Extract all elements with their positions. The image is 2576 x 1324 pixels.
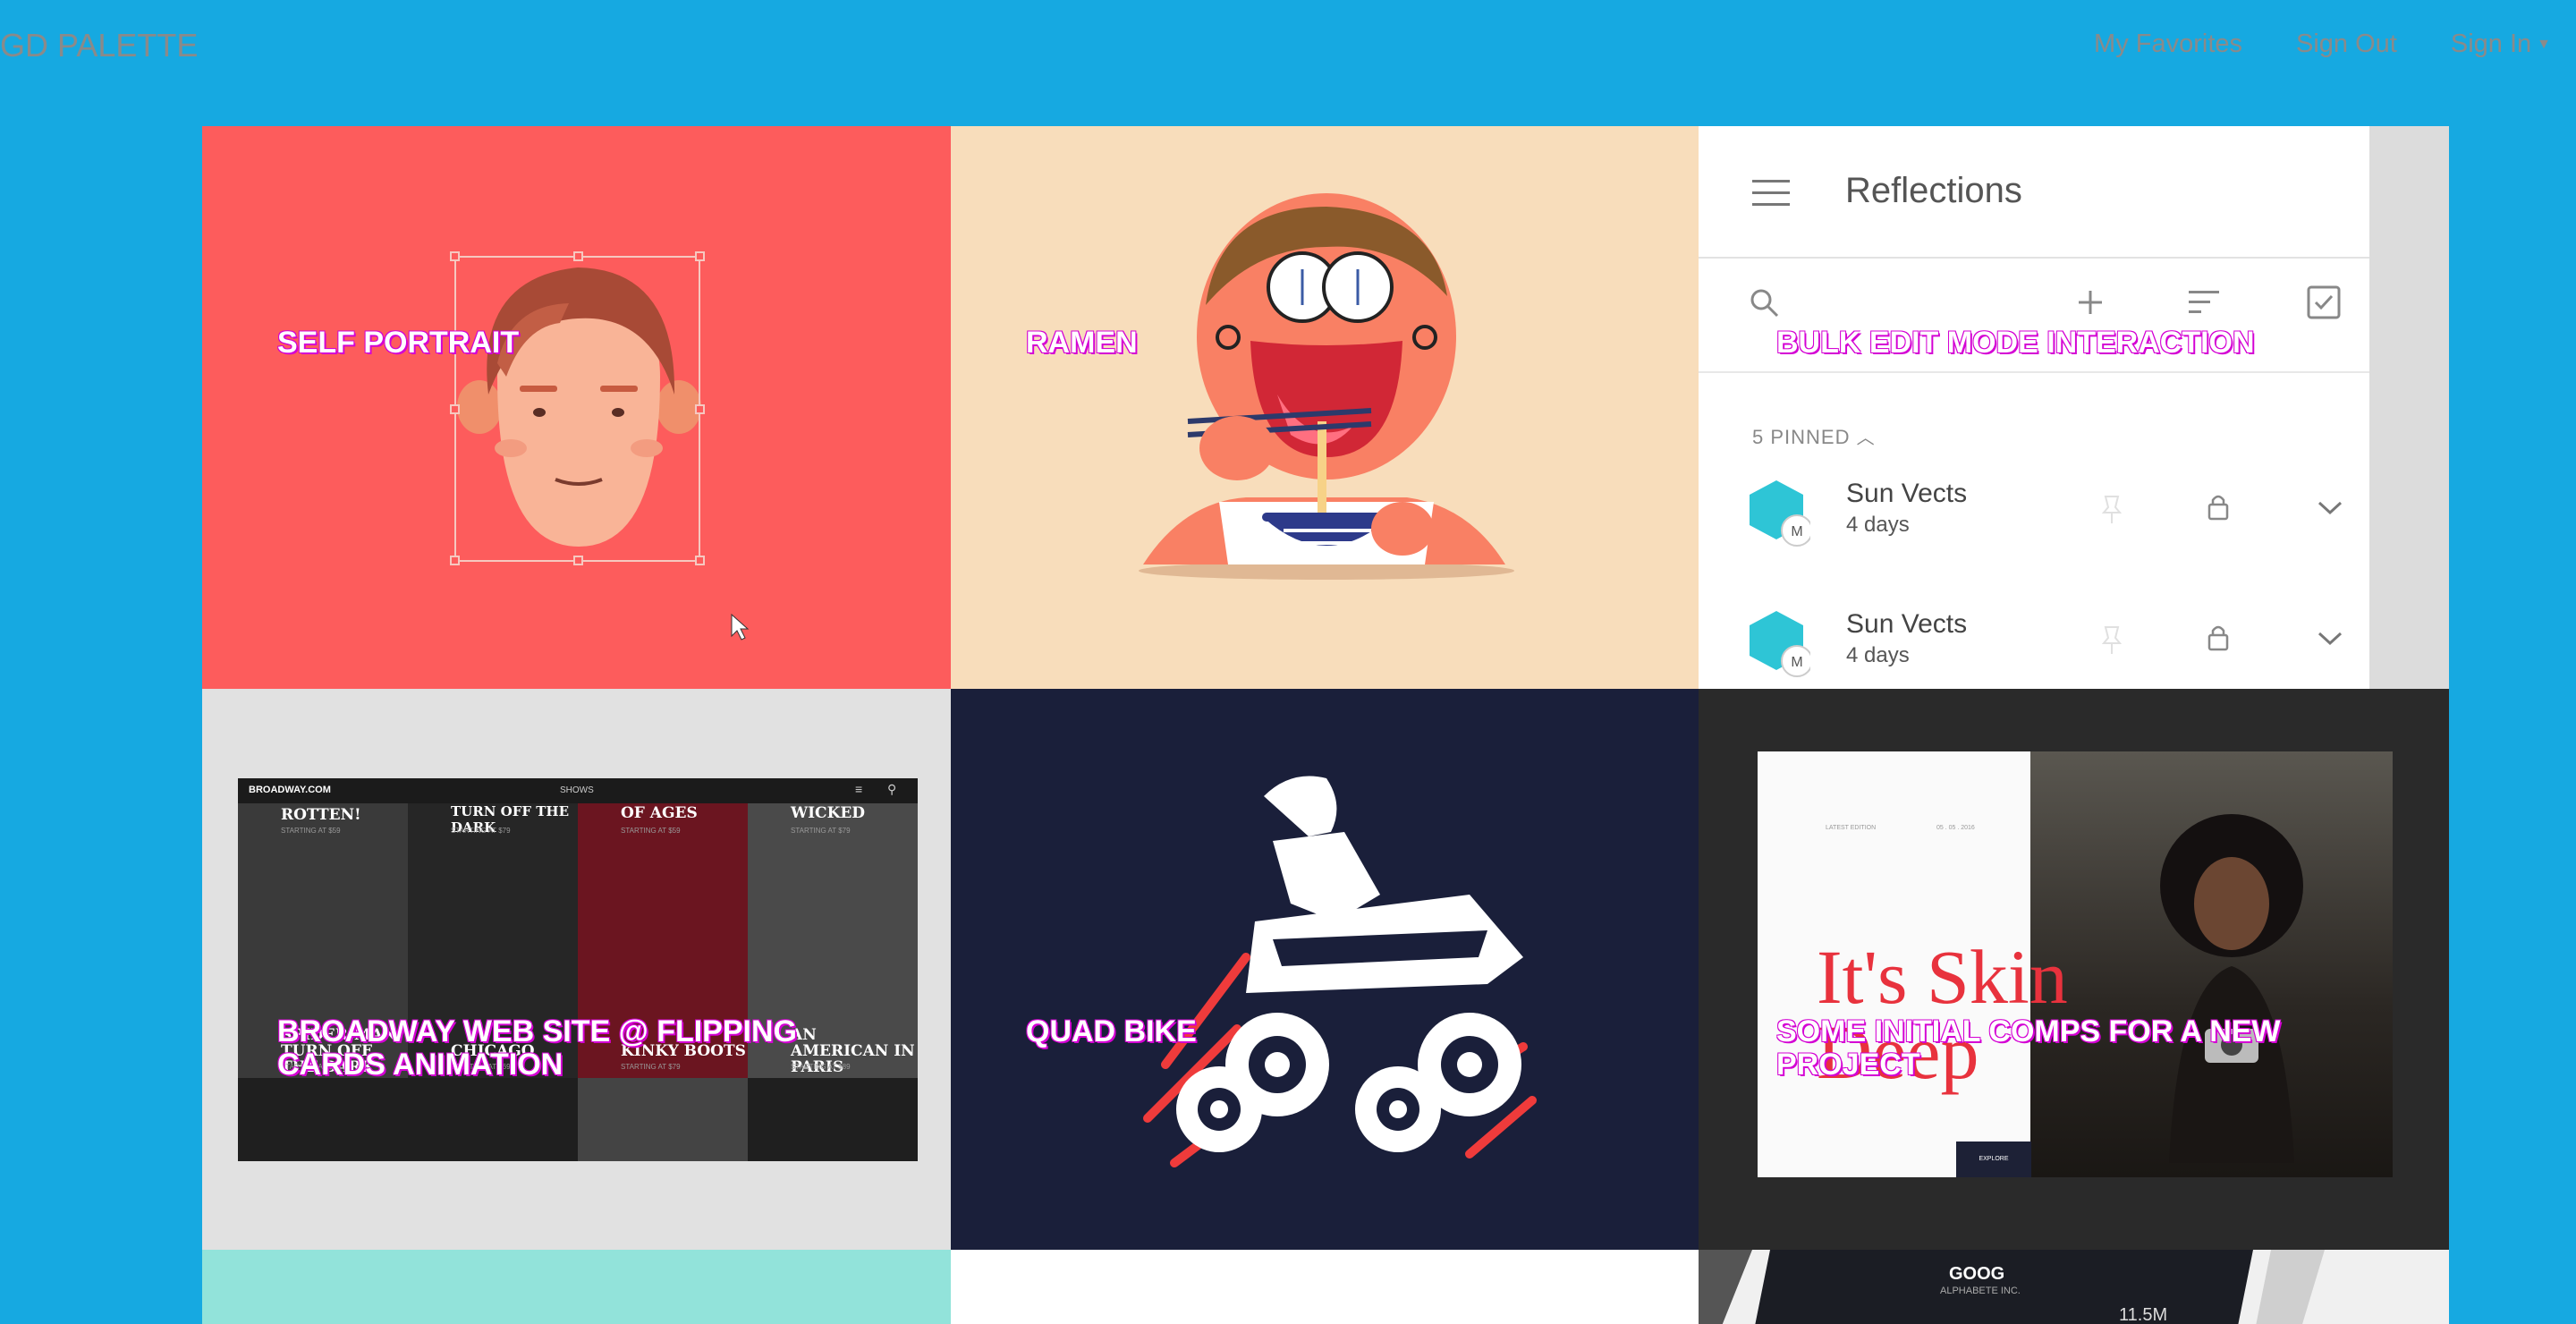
edition-label: LATEST EDITION — [1826, 825, 1877, 831]
portrait-photo — [2160, 814, 2303, 1163]
broadway-nav-label: SHOWS — [560, 785, 594, 795]
sign-in-dropdown[interactable]: Sign In ▼ — [2451, 30, 2551, 59]
edition-date: 05 . 05 . 2016 — [1936, 825, 1975, 831]
sort-icon — [2189, 291, 2219, 313]
show-tile-title: OF AGES — [621, 804, 698, 822]
lock-icon — [2207, 495, 2229, 521]
show-tile-price: STARTING AT $79 — [791, 827, 851, 835]
shot-card-teal[interactable] — [202, 1250, 951, 1324]
stock-app-phone — [1699, 1250, 2449, 1324]
show-tile-price: STARTING AT $79 — [451, 827, 511, 835]
show-tile-title: ROTTEN! — [281, 806, 361, 824]
broadway-logo: BROADWAY.COM — [249, 785, 331, 795]
magazine-comp-mock: LATEST EDITION 05 . 05 . 2016 It's Skin … — [1758, 751, 2393, 1177]
my-favorites-link[interactable]: My Favorites — [2094, 30, 2242, 59]
shot-card-initial-comps[interactable]: LATEST EDITION 05 . 05 . 2016 It's Skin … — [1699, 689, 2449, 1250]
chevron-up-icon: ︿ — [1856, 429, 1876, 448]
brand-logo[interactable]: GD PALETTE — [0, 27, 198, 64]
plus-icon — [2079, 291, 2102, 314]
search-icon — [1750, 289, 1779, 318]
svg-text:M: M — [1791, 524, 1802, 539]
row-name: Sun Vects — [1846, 609, 1968, 639]
shot-title: SELF PORTRAIT — [277, 326, 520, 360]
top-navbar: GD PALETTE My Favorites Sign Out Sign In… — [0, 0, 2576, 89]
shot-card-broadway[interactable]: BROADWAY.COM SHOWS ≡ ⚲ ROTTEN! STARTING … — [202, 689, 951, 1250]
pinned-section-label: 5 PINNED ︿ — [1752, 423, 1876, 449]
search-icon: ⚲ — [887, 782, 897, 796]
list-item: M Sun Vects 4 days — [1748, 479, 2356, 550]
shot-title: RAMEN — [1026, 326, 1138, 360]
shot-title: BROADWAY WEB SITE @ FLIPPING CARDS ANIMA… — [277, 1014, 797, 1082]
show-tile-price: STARTING AT $59 — [281, 827, 341, 835]
show-tile-title: WICKED — [791, 804, 866, 822]
hamburger-menu-icon — [1752, 180, 1790, 206]
svg-text:M: M — [1791, 655, 1802, 670]
ramen-illustration — [1139, 193, 1514, 580]
quad-bike-illustration — [1143, 776, 1537, 1167]
shot-card-stock-app[interactable]: GOOG ALPHABETE INC. 11.5M — [1699, 1250, 2449, 1324]
menu-icon: ≡ — [855, 782, 863, 796]
hexagon-avatar-icon: M — [1750, 480, 1810, 547]
pin-icon — [2101, 496, 2123, 523]
shot-card-ramen[interactable]: RAMEN — [951, 126, 1699, 689]
broadway-site-mock: BROADWAY.COM SHOWS ≡ ⚲ ROTTEN! STARTING … — [238, 778, 918, 1161]
pin-icon — [2101, 626, 2123, 654]
shot-card-self-portrait[interactable]: SELF PORTRAIT — [202, 126, 951, 689]
shot-card-bulk-edit[interactable]: Reflections 5 PINNED ︿ M Sun Vects 4 day… — [1699, 126, 2449, 689]
chevron-down-icon — [2318, 501, 2343, 515]
shot-title: BULK EDIT MODE INTERACTION — [1776, 326, 2255, 360]
broadway-nav: BROADWAY.COM SHOWS ≡ ⚲ — [238, 778, 918, 803]
chevron-down-icon — [2318, 632, 2343, 646]
stock-ticker: GOOG — [1949, 1264, 2005, 1284]
checkbox-icon — [2307, 285, 2341, 319]
stock-value: 11.5M — [2119, 1305, 2168, 1324]
reflections-app-mock: Reflections 5 PINNED ︿ M Sun Vects 4 day… — [1699, 126, 2369, 689]
self-portrait-illustration — [450, 251, 750, 641]
sign-out-link[interactable]: Sign Out — [2296, 30, 2397, 59]
sign-in-label: Sign In — [2450, 30, 2532, 58]
lock-icon — [2207, 625, 2229, 651]
pinned-count: 5 PINNED — [1752, 426, 1851, 448]
row-subtitle: 4 days — [1846, 643, 1910, 667]
row-name: Sun Vects — [1846, 479, 1968, 508]
chevron-down-icon: ▼ — [2537, 37, 2551, 53]
nav-links: My Favorites Sign Out Sign In ▼ — [2094, 30, 2551, 59]
row-subtitle: 4 days — [1846, 513, 1910, 537]
shot-card-quad-bike[interactable]: QUAD BIKE — [951, 689, 1699, 1250]
app-header: Reflections — [1699, 126, 2369, 259]
shot-title: QUAD BIKE — [1026, 1014, 1197, 1048]
shots-grid: SELF PORTRAIT RAMEN Reflections 5 PINNED… — [202, 126, 2449, 1324]
show-tile-price: STARTING AT $59 — [621, 827, 681, 835]
hexagon-avatar-icon: M — [1750, 611, 1810, 677]
shot-card-white[interactable] — [951, 1250, 1699, 1324]
app-title: Reflections — [1845, 171, 2022, 210]
stock-company: ALPHABETE INC. — [1940, 1286, 2021, 1296]
list-item: M Sun Vects 4 days — [1748, 609, 2356, 681]
explore-button: EXPLORE — [1956, 1142, 2031, 1177]
shot-title: SOME INITIAL COMPS FOR A NEW PROJECT — [1776, 1014, 2281, 1082]
